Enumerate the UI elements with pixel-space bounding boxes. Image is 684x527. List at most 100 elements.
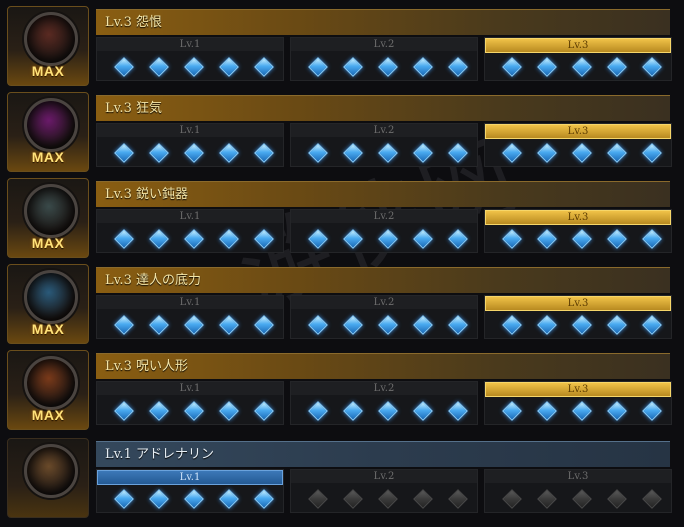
level-group: Lv.1 [96,469,284,513]
level-header: Lv.3 [485,470,671,483]
skill-portrait[interactable]: MAX [7,178,89,258]
skill-title: Lv.3 達人の底力 [96,267,670,293]
gem-empty-icon [308,489,328,509]
gem-lit-icon [642,57,662,77]
character-portrait-icon [24,98,78,152]
skill-portrait[interactable]: MAX [7,6,89,86]
level-header: Lv.1 [97,38,283,51]
gem-lit-icon [114,229,134,249]
skill-portrait[interactable] [7,438,89,518]
gem-lit-icon [642,315,662,335]
gem-lit-icon [219,401,239,421]
level-header: Lv.3 [485,296,671,311]
gem-lit-icon [572,229,592,249]
gem-lit-icon [149,315,169,335]
level-group: Lv.2 [290,295,478,339]
gem-lit-icon [184,57,204,77]
gem-lit-icon [448,229,468,249]
level-group: Lv.1 [96,381,284,425]
level-header: Lv.2 [291,124,477,137]
gem-empty-icon [502,489,522,509]
level-group: Lv.2 [290,469,478,513]
skill-portrait[interactable]: MAX [7,350,89,430]
gem-lit-icon [413,143,433,163]
gem-lit-icon [502,315,522,335]
gem-lit-icon [607,229,627,249]
gem-lit-icon [642,401,662,421]
gem-empty-icon [607,489,627,509]
level-group: Lv.3 [484,209,672,253]
gem-lit-icon [642,229,662,249]
gem-lit-icon [343,401,363,421]
gem-lit-icon [378,229,398,249]
gem-lit-icon [448,315,468,335]
character-portrait-icon [24,12,78,66]
gem-lit-icon [114,315,134,335]
level-header: Lv.3 [485,210,671,225]
gem-lit-icon [642,143,662,163]
gem-lit-icon [537,229,557,249]
gem-lit-icon [184,229,204,249]
character-portrait-icon [24,270,78,324]
gem-lit-icon [149,489,169,509]
gem-lit-icon [219,143,239,163]
level-track: Lv.1 Lv.2 Lv.3 [96,295,672,339]
gem-empty-icon [537,489,557,509]
skill-row[interactable]: MAX Lv.3 呪い人形 Lv.1 Lv.2 Lv.3 [0,344,684,430]
level-track: Lv.1 Lv.2 Lv.3 [96,381,672,425]
gem-lit-icon [308,229,328,249]
skill-row[interactable]: MAX Lv.3 達人の底力 Lv.1 Lv.2 Lv.3 [0,258,684,344]
level-group: Lv.1 [96,295,284,339]
level-group: Lv.1 [96,37,284,81]
gem-empty-icon [642,489,662,509]
gem-lit-icon [448,57,468,77]
gem-lit-icon [149,57,169,77]
gem-lit-icon [537,57,557,77]
skill-row[interactable]: MAX Lv.3 鋭い鈍器 Lv.1 Lv.2 Lv.3 [0,172,684,258]
gem-lit-icon [413,401,433,421]
skill-title: Lv.3 狂気 [96,95,670,121]
gem-lit-icon [184,315,204,335]
level-group: Lv.2 [290,37,478,81]
gem-lit-icon [413,315,433,335]
gem-lit-icon [537,315,557,335]
gem-lit-icon [607,143,627,163]
gem-lit-icon [502,143,522,163]
skill-portrait[interactable]: MAX [7,264,89,344]
gem-lit-icon [537,401,557,421]
gem-empty-icon [413,489,433,509]
level-group: Lv.3 [484,37,672,81]
skill-portrait[interactable]: MAX [7,92,89,172]
level-header: Lv.1 [97,470,283,485]
gem-lit-icon [378,143,398,163]
gem-lit-icon [502,57,522,77]
gem-empty-icon [343,489,363,509]
gem-lit-icon [219,315,239,335]
gem-lit-icon [114,401,134,421]
gem-lit-icon [343,229,363,249]
level-track: Lv.1 Lv.2 Lv.3 [96,123,672,167]
gem-lit-icon [219,229,239,249]
level-group: Lv.2 [290,123,478,167]
gem-lit-icon [254,229,274,249]
skill-row[interactable]: MAX Lv.3 狂気 Lv.1 Lv.2 Lv.3 [0,86,684,172]
gem-lit-icon [448,143,468,163]
gem-lit-icon [254,143,274,163]
gem-empty-icon [448,489,468,509]
level-header: Lv.2 [291,210,477,223]
skill-row[interactable]: MAX Lv.3 怨恨 Lv.1 Lv.2 Lv.3 [0,0,684,86]
level-group: Lv.3 [484,123,672,167]
gem-lit-icon [343,57,363,77]
gem-lit-icon [378,57,398,77]
level-header: Lv.3 [485,38,671,53]
level-header: Lv.3 [485,382,671,397]
gem-lit-icon [572,143,592,163]
gem-lit-icon [114,489,134,509]
skill-row[interactable]: Lv.1 アドレナリン Lv.1 Lv.2 Lv.3 [0,432,684,518]
gem-lit-icon [502,401,522,421]
level-header: Lv.1 [97,382,283,395]
level-header: Lv.3 [485,124,671,139]
level-track: Lv.1 Lv.2 Lv.3 [96,469,672,513]
gem-lit-icon [219,57,239,77]
level-header: Lv.1 [97,124,283,137]
